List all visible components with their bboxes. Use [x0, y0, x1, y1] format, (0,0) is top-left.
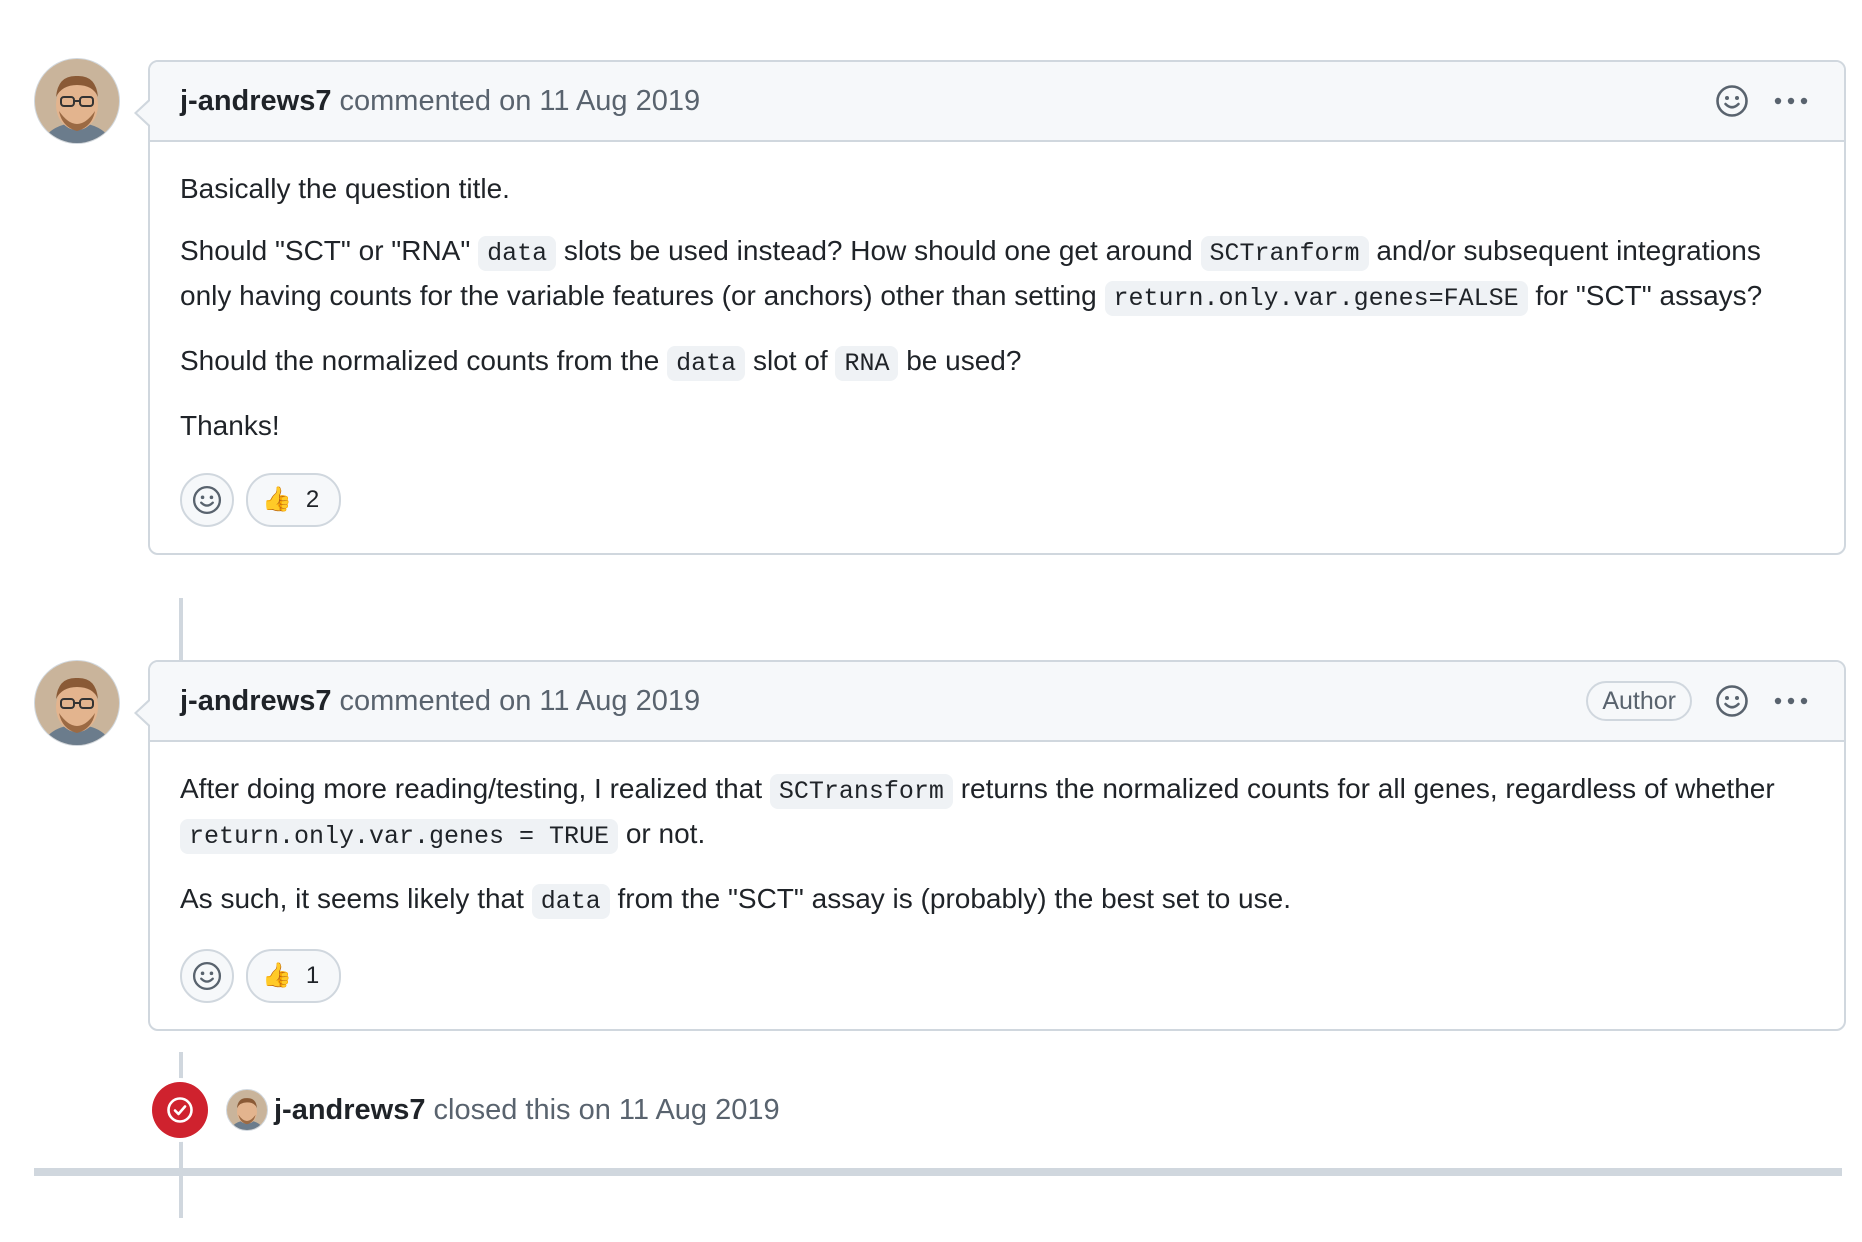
smiley-icon[interactable] [1714, 683, 1750, 719]
event-author[interactable]: j-andrews7 [274, 1094, 426, 1127]
timeline-divider [34, 1168, 1842, 1176]
comment-header: j-andrews7 commented on 11 Aug 2019 [150, 62, 1844, 142]
comment-paragraph: As such, it seems likely that data from … [180, 878, 1814, 923]
thumbs-up-reaction[interactable]: 👍 2 [246, 473, 342, 527]
comment: j-andrews7 commented on 11 Aug 2019 Auth… [134, 660, 1846, 1031]
inline-code: return.only.var.genes=FALSE [1104, 281, 1528, 316]
issue-closed-icon [152, 1082, 208, 1138]
smiley-icon [192, 485, 222, 515]
avatar[interactable] [226, 1089, 268, 1131]
inline-code: data [531, 884, 610, 919]
kebab-horizontal-icon[interactable] [1774, 96, 1808, 106]
comment-body: Basically the question title. Should "SC… [150, 142, 1844, 553]
inline-code: data [667, 346, 746, 381]
smiley-icon[interactable] [1714, 83, 1750, 119]
comment-paragraph: Thanks! [180, 410, 280, 441]
kebab-horizontal-icon[interactable] [1774, 696, 1808, 706]
comment-timestamp[interactable]: commented on 11 Aug 2019 [340, 685, 701, 718]
comment-body: After doing more reading/testing, I real… [150, 742, 1844, 1029]
inline-code: SCTransform [769, 774, 953, 809]
reaction-count: 2 [305, 486, 320, 513]
inline-code: return.only.var.genes = TRUE [180, 819, 619, 854]
comment-author[interactable]: j-andrews7 [180, 85, 332, 118]
comment: j-andrews7 commented on 11 Aug 2019 Basi… [134, 60, 1846, 555]
thumbs-up-reaction[interactable]: 👍 1 [246, 949, 342, 1003]
comment-paragraph: Should the normalized counts from the da… [180, 340, 1814, 385]
reactions-bar: 👍 1 [180, 949, 1814, 1003]
thumbs-up-icon: 👍 [262, 962, 292, 989]
add-reaction-button[interactable] [180, 949, 234, 1003]
inline-code: SCTranform [1200, 236, 1369, 271]
comment-actions [1714, 83, 1814, 119]
comment-author[interactable]: j-andrews7 [180, 685, 332, 718]
inline-code: RNA [835, 346, 899, 381]
closed-event: j-andrews7 closed this on 11 Aug 2019 [152, 1080, 780, 1140]
reaction-count: 1 [305, 962, 320, 989]
inline-code: data [478, 236, 557, 271]
comment-paragraph: Basically the question title. [180, 173, 510, 204]
add-reaction-button[interactable] [180, 473, 234, 527]
author-badge: Author [1586, 681, 1692, 721]
thumbs-up-icon: 👍 [262, 486, 292, 513]
avatar[interactable] [34, 660, 120, 746]
event-text: closed this on 11 Aug 2019 [433, 1093, 780, 1126]
timeline-line [179, 598, 183, 666]
comment-timestamp[interactable]: commented on 11 Aug 2019 [340, 85, 701, 118]
comment-paragraph: Should "SCT" or "RNA" data slots be used… [180, 230, 1814, 320]
smiley-icon [192, 961, 222, 991]
comment-actions: Author [1586, 681, 1814, 721]
avatar[interactable] [34, 58, 120, 144]
comment-header: j-andrews7 commented on 11 Aug 2019 Auth… [150, 662, 1844, 742]
comment-paragraph: After doing more reading/testing, I real… [180, 768, 1814, 858]
reactions-bar: 👍 2 [180, 473, 1814, 527]
